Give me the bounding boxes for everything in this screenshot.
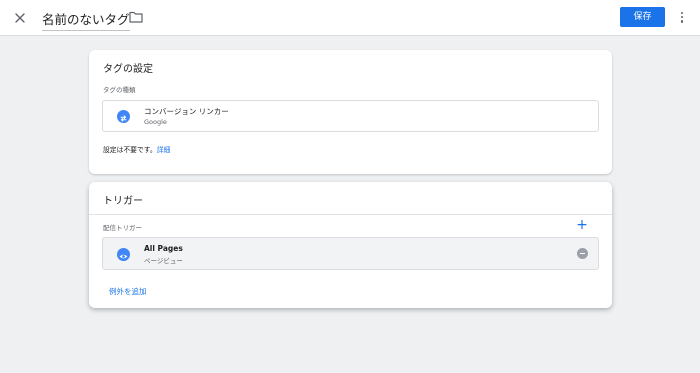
- close-icon[interactable]: [12, 10, 28, 26]
- firing-triggers-label: 配信トリガー: [103, 224, 142, 232]
- folder-icon[interactable]: [129, 11, 143, 23]
- tag-type-name: コンバージョン リンカー: [144, 107, 229, 116]
- plus-icon[interactable]: +: [576, 218, 588, 232]
- more-vert-icon[interactable]: [677, 10, 687, 26]
- trigger-row[interactable]: All Pages ページビュー: [102, 237, 599, 270]
- add-exception-link[interactable]: 例外を追加: [109, 286, 147, 297]
- tag-configuration-title: タグの設定: [103, 64, 153, 75]
- tag-configuration-card: タグの設定 タグの種類 コンバージョン リンカー Google 設定は不要です。…: [89, 50, 612, 174]
- tag-name-field[interactable]: 名前のないタグ: [42, 9, 130, 31]
- details-link[interactable]: 詳細: [157, 146, 171, 154]
- remove-trigger-icon[interactable]: [577, 248, 588, 259]
- save-button[interactable]: 保存: [620, 7, 665, 27]
- tag-type-selector[interactable]: コンバージョン リンカー Google: [102, 100, 599, 132]
- tag-type-vendor: Google: [144, 118, 167, 126]
- no-config-text: 設定は不要です。: [103, 146, 157, 154]
- top-bar: 名前のないタグ 保存: [0, 0, 700, 36]
- triggering-card: トリガー 配信トリガー + All Pages ページビュー 例外を追加: [89, 182, 612, 308]
- conversion-linker-icon: [117, 110, 130, 123]
- eye-icon: [117, 248, 130, 261]
- trigger-type: ページビュー: [144, 257, 183, 265]
- trigger-name: All Pages: [144, 244, 183, 253]
- no-config-note: 設定は不要です。詳細: [103, 144, 170, 154]
- tag-type-label: タグの種類: [103, 86, 136, 94]
- divider: [89, 214, 612, 215]
- triggering-title: トリガー: [103, 196, 143, 207]
